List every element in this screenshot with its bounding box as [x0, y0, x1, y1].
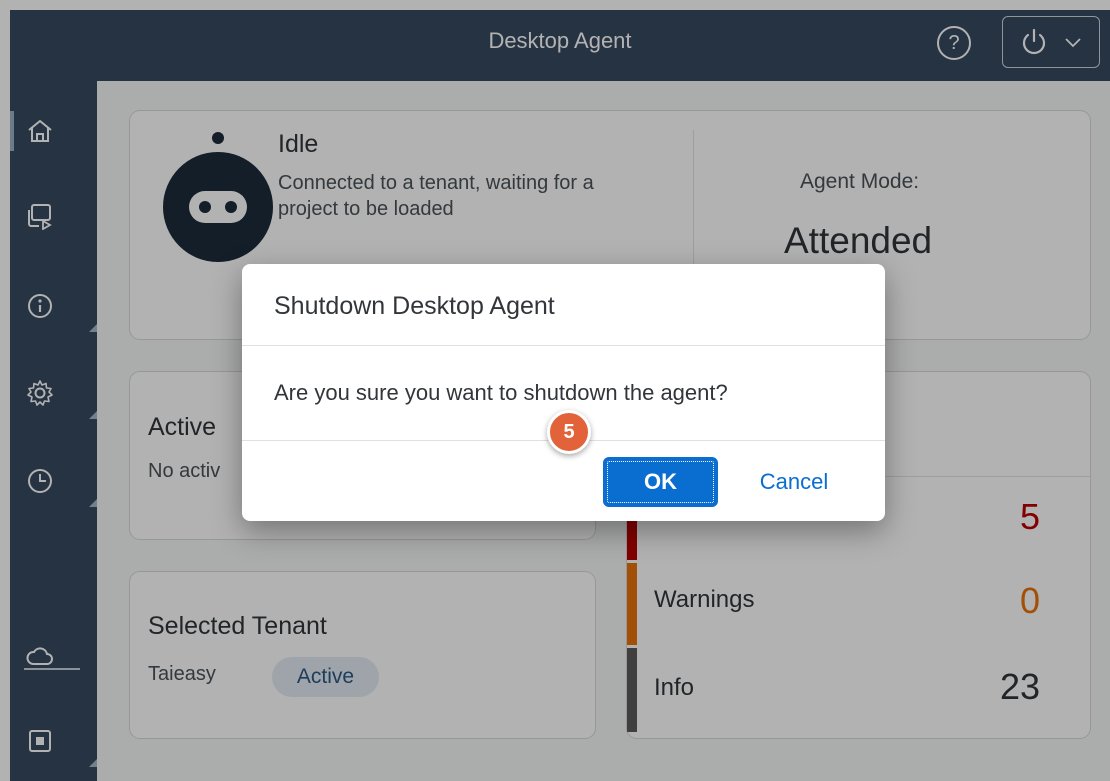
step-number-badge: 5 [547, 410, 591, 454]
ok-button[interactable]: OK [603, 457, 718, 507]
dialog-title: Shutdown Desktop Agent [274, 292, 555, 320]
shutdown-dialog: Shutdown Desktop Agent Are you sure you … [242, 264, 885, 521]
dialog-message: Are you sure you want to shutdown the ag… [274, 380, 728, 405]
dialog-header-divider [242, 345, 885, 346]
cancel-button[interactable]: Cancel [734, 457, 854, 507]
